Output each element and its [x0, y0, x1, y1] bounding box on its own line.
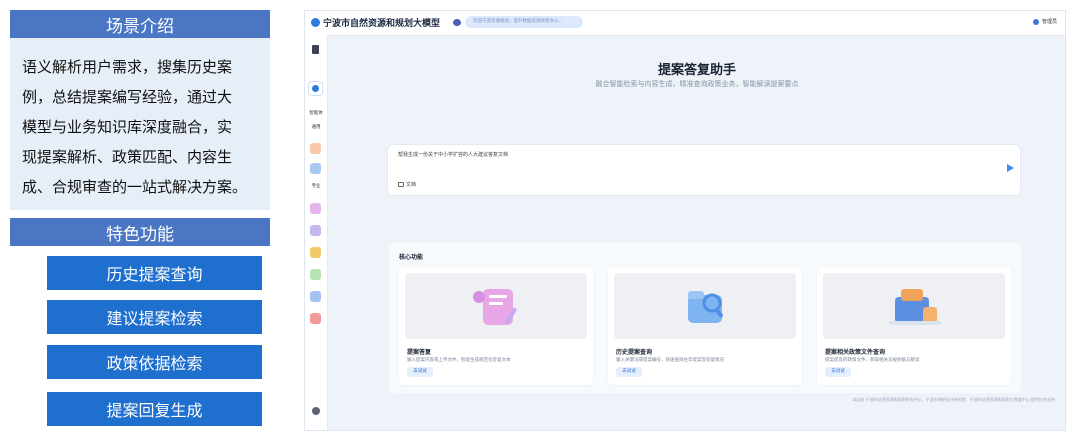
- logo-icon: [311, 18, 320, 27]
- sidebar: 智能体 通用 专业: [305, 35, 328, 430]
- card-desc: 提案提及的政策文件、获取相关法规依据与解读: [825, 358, 920, 363]
- scene-description: 语义解析用户需求，搜集历史案 例，总结提案编写经验，通过大 模型与业务知识库深度…: [10, 38, 270, 210]
- top-bar: 宁波市自然资源和规划大模型 欢迎宁波资源规划，提升数据资源效率办公... 管理员: [305, 11, 1065, 36]
- agent-icon-pen[interactable]: [310, 203, 321, 214]
- agent-icon-box[interactable]: [310, 313, 321, 324]
- card-desc: 输入提案内容或上传文件，智能生成规范化答复文本: [407, 358, 511, 363]
- sidebar-label-general: 通用: [311, 125, 321, 130]
- try-button[interactable]: 去试试: [616, 367, 642, 377]
- user-icon[interactable]: [1033, 19, 1039, 25]
- card-illustration: [405, 273, 587, 339]
- sidebar-toggle-icon[interactable]: [312, 45, 319, 54]
- user-name[interactable]: 管理员: [1042, 18, 1057, 25]
- card-title: 提案答复: [407, 349, 432, 356]
- notice-bar[interactable]: 欢迎宁波资源规划，提升数据资源效率办公...: [465, 16, 583, 28]
- scene-line: 例，总结提案编写经验，通过大: [22, 88, 233, 106]
- agent-icon-chart[interactable]: [310, 163, 321, 174]
- app-window: 宁波市自然资源和规划大模型 欢迎宁波资源规划，提升数据资源效率办公... 管理员…: [304, 10, 1066, 431]
- agent-icon-person[interactable]: [310, 247, 321, 258]
- core-features-panel: 核心功能 提案答复 输入提案内容或上传文件，智能生成规范化答复文本 去试试 历史…: [389, 243, 1021, 393]
- agent-icon-doc[interactable]: [310, 143, 321, 154]
- scene-line: 成、合规审查的一站式解决方案。: [22, 178, 248, 196]
- sidebar-label-agent: 智能体: [309, 111, 323, 116]
- document-icon[interactable]: [398, 182, 404, 187]
- agent-icon-user[interactable]: [310, 225, 321, 236]
- agent-icon-book[interactable]: [310, 291, 321, 302]
- agent-icon-map[interactable]: [310, 269, 321, 280]
- try-button[interactable]: 去试试: [825, 367, 851, 377]
- feature-card-reply[interactable]: 提案答复 输入提案内容或上传文件，智能生成规范化答复文本 去试试: [399, 267, 593, 385]
- card-desc: 输入关键词或提案编号，快速查阅往年提案及答复情况: [616, 358, 724, 363]
- features-title: 特色功能: [10, 218, 270, 246]
- scene-line: 现提案解析、政策匹配、内容生: [22, 148, 233, 166]
- feature-history-query[interactable]: 历史提案查询: [47, 256, 262, 290]
- scene-title: 场景介绍: [10, 10, 270, 38]
- send-icon[interactable]: [1007, 164, 1014, 172]
- card-illustration: [614, 273, 796, 339]
- card-title: 提案相关政策文件查询: [825, 349, 886, 356]
- policy-box-icon: [889, 289, 941, 325]
- card-title: 历史提案查询: [616, 349, 653, 356]
- scene-intro-panel: 场景介绍 语义解析用户需求，搜集历史案 例，总结提案编写经验，通过大 模型与业务…: [0, 0, 290, 441]
- search-folder-icon: [688, 291, 723, 323]
- feature-card-policy[interactable]: 提案相关政策文件查询 提案提及的政策文件、获取相关法规依据与解读 去试试: [817, 267, 1011, 385]
- chat-icon[interactable]: [308, 81, 323, 96]
- feature-reply-generation[interactable]: 提案回复生成: [47, 392, 262, 426]
- feature-policy-search[interactable]: 政策依据检索: [47, 345, 262, 379]
- footer-text: 本站由 宁波市自然资源和规划研究中心、宁波市测绘设计研究院、宁波市自然资源和规划…: [852, 397, 1055, 402]
- page-title: 提案答复助手: [657, 63, 736, 78]
- scene-line: 语义解析用户需求，搜集历史案: [22, 58, 233, 76]
- document-label[interactable]: 文档: [406, 181, 416, 188]
- core-title: 核心功能: [399, 254, 424, 261]
- page-subtitle: 融合智能检索与内容生成，精准查询政策业务，智能解读提案要点: [595, 80, 799, 88]
- prompt-placeholder: 帮我生成一份关于中小学扩容的人大建议答复文档: [398, 152, 509, 158]
- settings-icon[interactable]: [312, 407, 320, 415]
- try-button[interactable]: 去试试: [407, 367, 433, 377]
- scene-line: 模型与业务知识库深度融合，实: [22, 118, 233, 136]
- app-title: 宁波市自然资源和规划大模型: [323, 19, 441, 29]
- scroll-icon: [473, 289, 517, 325]
- feature-suggestion-search[interactable]: 建议提案检索: [47, 300, 262, 334]
- sidebar-label-pro: 专业: [311, 184, 321, 189]
- card-illustration: [823, 273, 1005, 339]
- prompt-input[interactable]: 帮我生成一份关于中小学扩容的人大建议答复文档 文档: [387, 144, 1021, 196]
- assistant-icon: [453, 19, 461, 26]
- feature-card-history[interactable]: 历史提案查询 输入关键词或提案编号，快速查阅往年提案及答复情况 去试试: [608, 267, 802, 385]
